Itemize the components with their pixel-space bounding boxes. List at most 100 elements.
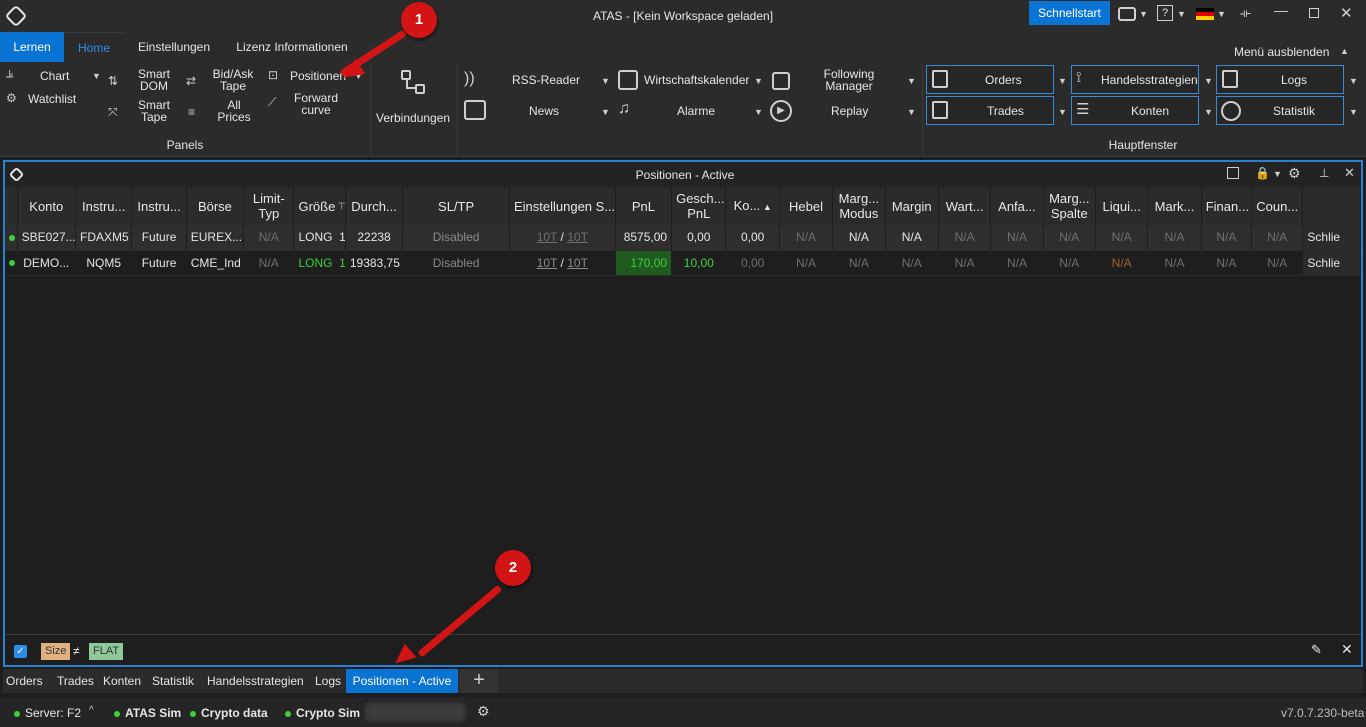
- add-tab-icon[interactable]: +: [460, 669, 498, 693]
- restore-icon[interactable]: [1309, 8, 1319, 18]
- column-header[interactable]: Margin: [885, 187, 939, 225]
- settings-link-a[interactable]: 10T: [537, 256, 557, 270]
- column-header[interactable]: Marg... Modus: [832, 187, 886, 225]
- filter-icon[interactable]: ⊤: [335, 201, 345, 211]
- column-header[interactable]: Gesch... PnL: [671, 187, 727, 225]
- settings-cell[interactable]: 10T / 10T: [509, 225, 616, 251]
- chevron-up-icon[interactable]: ▲: [1340, 46, 1349, 56]
- hide-menu-button[interactable]: Menü ausblenden: [1234, 45, 1329, 59]
- chevron-down-icon[interactable]: ▼: [754, 76, 763, 86]
- news-button[interactable]: News ▼: [464, 100, 612, 122]
- column-header[interactable]: Instru...: [131, 187, 187, 225]
- tab-lizenz[interactable]: Lizenz Informationen: [224, 32, 360, 62]
- chevron-down-icon[interactable]: ▼: [1139, 9, 1148, 19]
- column-header[interactable]: Finan...: [1201, 187, 1253, 225]
- smart-tape-button[interactable]: ⤧ Smart Tape: [108, 98, 174, 126]
- settings-link-b[interactable]: 10T: [567, 230, 588, 244]
- pin-window-icon[interactable]: ⟛: [1240, 6, 1251, 21]
- column-header[interactable]: Börse: [186, 187, 245, 225]
- clear-filter-icon[interactable]: ✕: [1341, 641, 1353, 658]
- help-icon[interactable]: ?: [1157, 5, 1173, 21]
- close-position-button[interactable]: Schlie: [1302, 250, 1361, 276]
- chevron-down-icon[interactable]: ▼: [1204, 107, 1213, 117]
- settings-cell[interactable]: 10T / 10T: [509, 250, 616, 276]
- chevron-down-icon[interactable]: ▼: [907, 107, 916, 117]
- lock-icon[interactable]: 🔒: [1255, 166, 1270, 180]
- accounts-button[interactable]: ☰ Konten: [1071, 96, 1199, 125]
- settings-link-a[interactable]: 10T: [537, 230, 557, 244]
- table-row[interactable]: DEMO... NQM5 Future CME_Ind N/A LONG 1 1…: [5, 250, 1361, 276]
- chevron-down-icon[interactable]: ▼: [601, 76, 610, 86]
- alarms-button[interactable]: ♫ Alarme ▼: [618, 100, 768, 122]
- column-header[interactable]: Coun...: [1251, 187, 1304, 225]
- column-header[interactable]: Hebel: [779, 187, 834, 225]
- close-position-button[interactable]: Schlie: [1302, 225, 1361, 251]
- column-header[interactable]: Mark...: [1147, 187, 1202, 225]
- gear-icon[interactable]: ⚙: [1288, 165, 1301, 182]
- connections-button[interactable]: Verbindungen: [374, 68, 454, 128]
- gear-icon[interactable]: ⚙: [477, 703, 490, 720]
- column-header[interactable]: Limit-Typ: [243, 187, 295, 225]
- column-header[interactable]: SL/TP: [402, 187, 510, 225]
- close-panel-icon[interactable]: ✕: [1344, 165, 1355, 181]
- close-window-icon[interactable]: ✕: [1340, 4, 1353, 22]
- watchlist-button[interactable]: ⚙ Watchlist: [6, 91, 96, 109]
- tab-handelsstrategien[interactable]: Handelsstrategien: [207, 674, 304, 688]
- column-header[interactable]: Einstellungen S...: [509, 187, 616, 225]
- tab-einstellungen[interactable]: Einstellungen: [124, 32, 224, 62]
- filter-enabled-checkbox[interactable]: ✓: [14, 645, 27, 658]
- forward-curve-button[interactable]: ⟋ Forward curve: [268, 92, 348, 120]
- chevron-down-icon[interactable]: ▼: [1204, 76, 1213, 86]
- server-status[interactable]: Server: F2: [14, 706, 81, 720]
- settings-link-b[interactable]: 10T: [567, 256, 588, 270]
- edit-filter-icon[interactable]: ✎: [1311, 642, 1322, 658]
- smart-dom-button[interactable]: ⇅ Smart DOM: [108, 67, 174, 95]
- tab-home[interactable]: Home: [64, 32, 124, 62]
- tab-lernen[interactable]: Lernen: [0, 32, 64, 62]
- table-row[interactable]: SBE027... FDAXM5 Future EUREX... N/A LON…: [5, 225, 1361, 251]
- tab-orders[interactable]: Orders: [6, 674, 43, 688]
- chevron-down-icon[interactable]: ▼: [92, 71, 101, 81]
- column-header[interactable]: Wart...: [938, 187, 992, 225]
- rss-reader-button[interactable]: )) RSS-Reader ▼: [464, 70, 612, 92]
- chevron-down-icon[interactable]: ▼: [1273, 169, 1282, 179]
- chevron-up-icon[interactable]: ^: [89, 705, 94, 716]
- chart-button[interactable]: ⫡ Chart ▼: [6, 68, 102, 86]
- statistics-button[interactable]: Statistik: [1216, 96, 1344, 125]
- chevron-down-icon[interactable]: ▼: [1349, 107, 1358, 117]
- filter-value-tag[interactable]: FLAT: [89, 643, 124, 660]
- following-manager-button[interactable]: Following Manager ▼: [770, 66, 920, 94]
- chevron-down-icon[interactable]: ▼: [1177, 9, 1186, 19]
- tab-trades[interactable]: Trades: [57, 674, 94, 688]
- tab-logs[interactable]: Logs: [315, 674, 341, 688]
- chevron-down-icon[interactable]: ▼: [1217, 9, 1226, 19]
- column-header-size[interactable]: Größe ⊤: [293, 187, 346, 225]
- column-header[interactable]: Anfa...: [990, 187, 1044, 225]
- camera-icon[interactable]: [1118, 7, 1136, 21]
- tab-statistik[interactable]: Statistik: [152, 674, 194, 688]
- connection-atas-sim[interactable]: ATAS Sim: [114, 706, 181, 720]
- column-header[interactable]: Liqui...: [1095, 187, 1149, 225]
- trades-button[interactable]: Trades: [926, 96, 1054, 125]
- column-header[interactable]: Marg... Spalte: [1043, 187, 1096, 225]
- language-flag-icon[interactable]: [1196, 8, 1214, 20]
- replay-button[interactable]: ▶ Replay ▼: [770, 100, 920, 122]
- column-header-sorted[interactable]: Ko... ▲: [725, 187, 780, 225]
- bidask-tape-button[interactable]: ⇄ Bid/Ask Tape: [186, 67, 258, 95]
- filter-field-tag[interactable]: Size: [41, 643, 71, 660]
- orders-button[interactable]: Orders: [926, 65, 1054, 94]
- column-header[interactable]: Instru...: [75, 187, 133, 225]
- quickstart-button[interactable]: Schnellstart: [1029, 1, 1110, 25]
- tab-konten[interactable]: Konten: [103, 674, 141, 688]
- chevron-down-icon[interactable]: ▼: [1058, 76, 1067, 86]
- chevron-down-icon[interactable]: ▼: [754, 107, 763, 117]
- column-header[interactable]: Konto: [17, 187, 76, 225]
- strategies-button[interactable]: ⟟ Handelsstrategien: [1071, 65, 1199, 94]
- chevron-down-icon[interactable]: ▼: [1349, 76, 1358, 86]
- all-prices-button[interactable]: ≡ All Prices: [186, 98, 258, 126]
- pin-icon[interactable]: ⊥: [1319, 166, 1329, 180]
- connection-crypto-data[interactable]: Crypto data: [190, 706, 268, 720]
- tab-positions-active[interactable]: Positionen - Active: [346, 669, 458, 693]
- connection-crypto-sim[interactable]: Crypto Sim: [285, 706, 360, 720]
- chevron-down-icon[interactable]: ▼: [601, 107, 610, 117]
